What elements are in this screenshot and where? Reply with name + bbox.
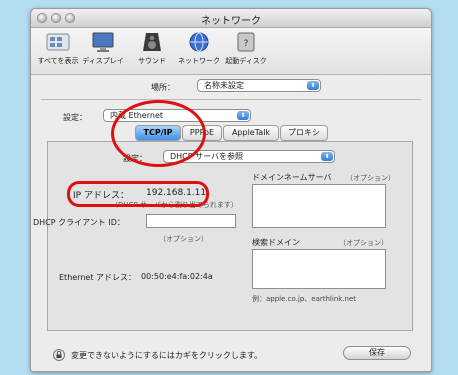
show-all-icon xyxy=(45,31,71,53)
location-label: 場所： xyxy=(151,83,175,92)
tab-panel xyxy=(47,141,413,331)
toolbar-item-display[interactable]: ディスプレイ xyxy=(78,31,128,66)
toolbar-label-network: ネットワーク xyxy=(178,57,220,65)
svg-text:?: ? xyxy=(244,39,249,49)
show-label: 設定： xyxy=(63,113,87,122)
separator xyxy=(41,99,421,100)
toolbar-item-show-all[interactable]: すべてを表示 xyxy=(33,31,83,66)
location-popup[interactable]: 名称未設定 ⬍ xyxy=(197,79,321,92)
dhcp-client-id-optional: （オプション） xyxy=(159,235,208,243)
search-domains-optional: （オプション） xyxy=(339,239,388,247)
dns-label: ドメインネームサーバ xyxy=(252,173,332,182)
dns-optional: （オプション） xyxy=(346,174,395,182)
toolbar-label-startup-disk: 起動ディスク xyxy=(225,57,267,65)
toolbar-item-sound[interactable]: サウンド xyxy=(127,31,177,66)
popup-arrows-icon: ⬍ xyxy=(321,152,333,161)
search-domains-field[interactable] xyxy=(252,249,386,289)
tab-proxy[interactable]: プロキシ xyxy=(280,125,328,141)
toolbar: すべてを表示 ディスプレイ サウンド ネットワーク ? 起動ディスク xyxy=(31,28,431,75)
dns-servers-field[interactable] xyxy=(252,184,386,228)
popup-arrows-icon: ⬍ xyxy=(237,111,249,120)
search-domains-example: 例：apple.co.jp、earthlink.net xyxy=(252,295,357,303)
lock-icon xyxy=(53,349,65,361)
annotation-circle-tcpip xyxy=(111,100,206,167)
location-value: 名称未設定 xyxy=(204,81,244,90)
ethernet-address-label: Ethernet アドレス： xyxy=(59,273,137,282)
search-domains-label: 検索ドメイン xyxy=(252,238,300,247)
ethernet-address-value: 00:50:e4:fa:02:4a xyxy=(141,272,213,281)
network-preferences-window: ネットワーク すべてを表示 ディスプレイ サウンド ネットワーク ? 起動ディス… xyxy=(30,8,432,372)
startup-disk-icon: ? xyxy=(233,31,259,53)
dhcp-client-id-field[interactable] xyxy=(146,214,236,228)
window-title: ネットワーク xyxy=(201,16,261,27)
display-icon xyxy=(90,31,116,53)
lock-button[interactable] xyxy=(53,349,65,361)
sound-icon xyxy=(139,31,165,53)
annotation-box-ip-address xyxy=(67,181,209,207)
lock-message: 変更できないようにするにはカギをクリックします。 xyxy=(71,351,263,360)
toolbar-label-display: ディスプレイ xyxy=(82,57,124,65)
network-icon xyxy=(186,31,212,53)
toolbar-label-show-all: すべてを表示 xyxy=(37,57,79,65)
tab-appletalk[interactable]: AppleTalk xyxy=(223,125,279,141)
save-button[interactable]: 保存 xyxy=(343,346,411,360)
toolbar-item-startup-disk[interactable]: ? 起動ディスク xyxy=(221,31,271,66)
dhcp-client-id-label: DHCP クライアント ID： xyxy=(33,218,125,227)
toolbar-item-network[interactable]: ネットワーク xyxy=(174,31,224,66)
toolbar-label-sound: サウンド xyxy=(138,57,166,65)
title-bar: ネットワーク xyxy=(31,9,431,28)
popup-arrows-icon: ⬍ xyxy=(307,81,319,90)
